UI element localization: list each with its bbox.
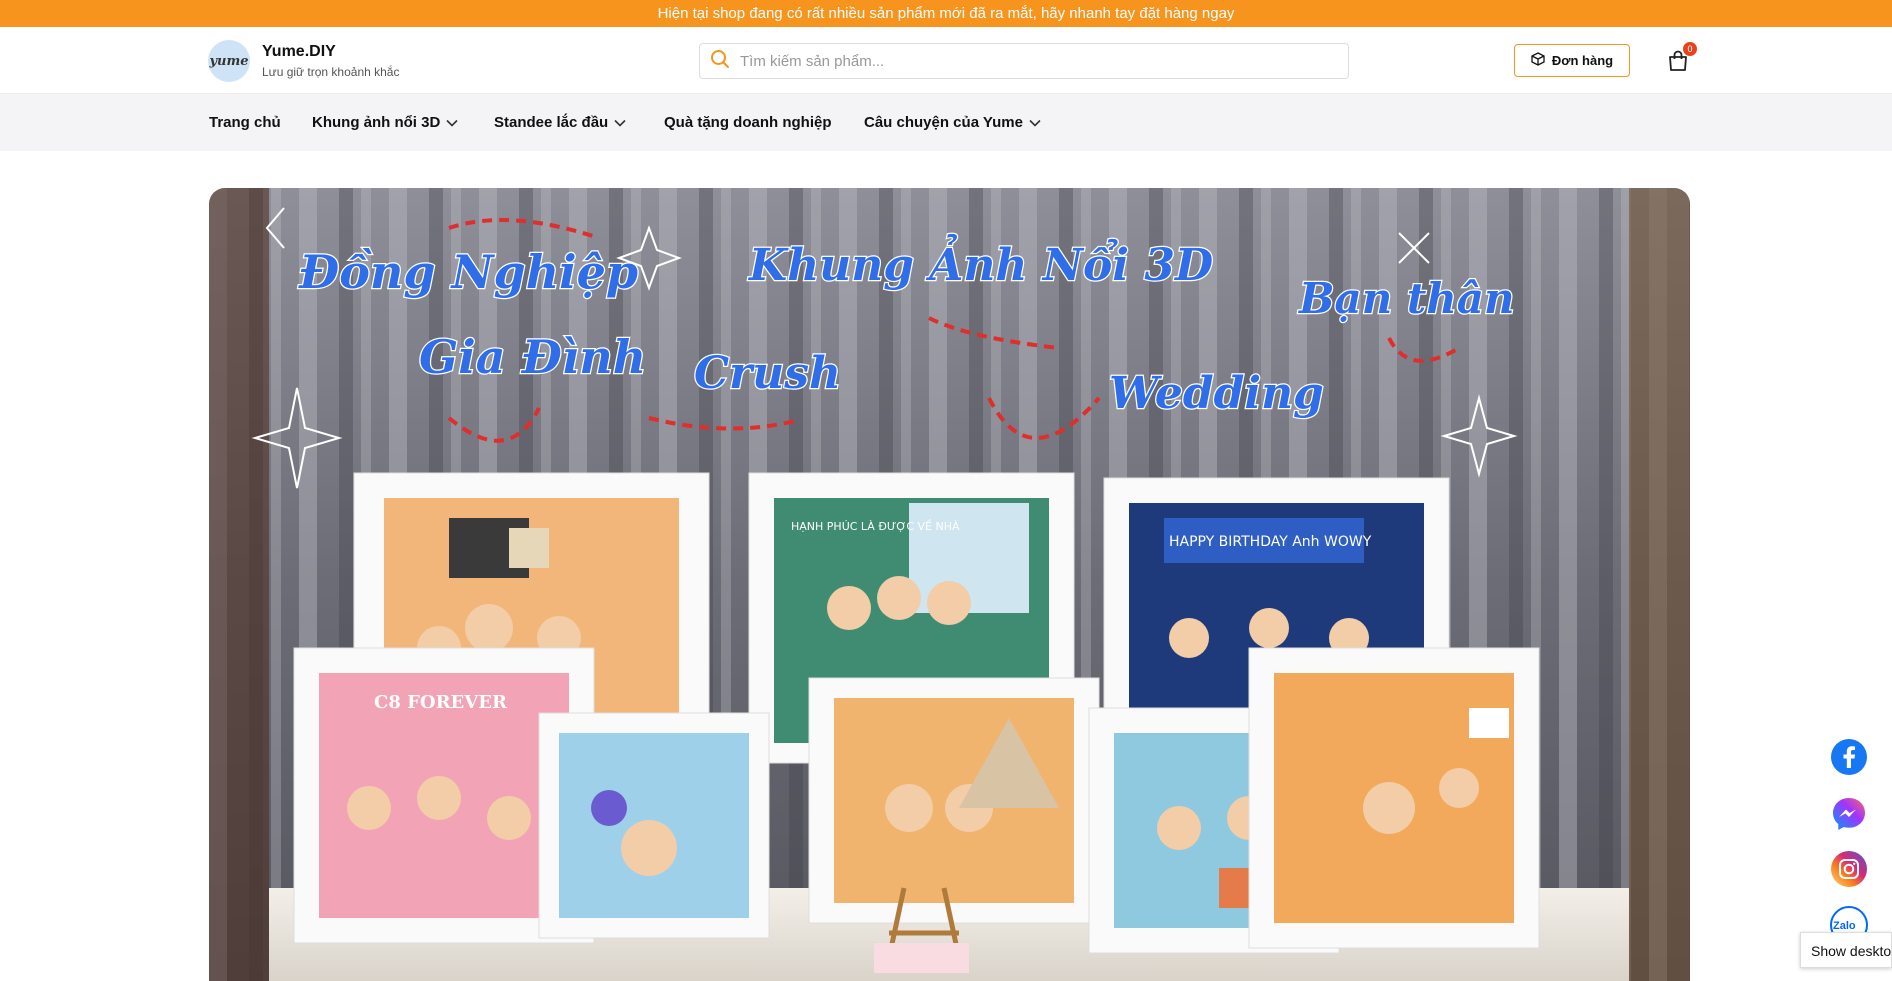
brand-name: Yume.DIY [262, 43, 336, 60]
announcement-bar: Hiện tại shop đang có rất nhiều sản phẩm… [0, 0, 1892, 27]
instagram-button[interactable] [1830, 850, 1868, 893]
package-icon [1531, 52, 1545, 69]
product-card [874, 943, 969, 973]
shopping-bag-icon [1666, 50, 1690, 77]
frame-caption-forever: C8 FOREVER [374, 692, 508, 713]
frame-front-2 [538, 712, 770, 939]
frame-front-3 [808, 677, 1100, 924]
nav-item-3d-frames[interactable]: Khung ảnh nổi 3D [312, 94, 458, 151]
main-nav: Trang chủ Khung ảnh nổi 3D Standee lắc đ… [0, 94, 1892, 151]
nav-item-label: Standee lắc đầu [494, 114, 609, 131]
facebook-button[interactable] [1830, 738, 1868, 781]
zalo-label: Zalo [1833, 920, 1856, 932]
site-header: yume Yume.DIY Lưu giữ trọn khoảnh khắc Đ… [0, 27, 1892, 94]
nav-item-corporate-gifts[interactable]: Quà tặng doanh nghiệp [664, 94, 832, 151]
nav-item-home[interactable]: Trang chủ [209, 94, 281, 151]
chevron-down-icon [614, 114, 626, 131]
logo-image: yume [208, 40, 250, 82]
frame-front-5 [1248, 647, 1540, 949]
nav-item-yume-story[interactable]: Câu chuyện của Yume [864, 94, 1041, 151]
chevron-down-icon [446, 114, 458, 131]
nav-item-label: Câu chuyện của Yume [864, 114, 1023, 131]
nav-item-standee[interactable]: Standee lắc đầu [494, 94, 626, 151]
search-icon[interactable] [710, 49, 730, 74]
orders-button[interactable]: Đơn hàng [1514, 44, 1630, 77]
announcement-text: Hiện tại shop đang có rất nhiều sản phẩm… [657, 5, 1235, 22]
hero-image: Đồng Nghiệp Khung Ảnh Nổi 3D Bạn thân Gi… [209, 188, 1690, 981]
nav-item-label: Trang chủ [209, 114, 281, 131]
orders-label: Đơn hàng [1551, 53, 1614, 68]
frame-caption-birthday: HAPPY BIRTHDAY Anh WOWY [1169, 534, 1372, 550]
logo-text: yume [209, 53, 249, 69]
cart-count-badge: 0 [1683, 42, 1697, 56]
hero-text-best-friend: Bạn thân [1298, 274, 1515, 323]
hero-banner[interactable]: Đồng Nghiệp Khung Ảnh Nổi 3D Bạn thân Gi… [209, 188, 1690, 981]
chevron-down-icon [1029, 114, 1041, 131]
nav-item-label: Khung ảnh nổi 3D [312, 114, 441, 131]
nav-item-label: Quà tặng doanh nghiệp [664, 114, 832, 131]
show-desktop-tooltip: Show deskto [1800, 932, 1892, 968]
messenger-icon [1830, 795, 1868, 838]
hero-text-3d-frame: Khung Ảnh Nổi 3D [747, 232, 1213, 291]
hero-text-colleague: Đồng Nghiệp [298, 245, 638, 299]
brand-tagline: Lưu giữ trọn khoảnh khắc [262, 65, 400, 79]
hero-text-wedding: Wedding [1109, 368, 1324, 419]
instagram-icon [1830, 850, 1868, 893]
messenger-button[interactable] [1830, 797, 1868, 835]
search-box [699, 43, 1349, 79]
frame-caption-home: HẠNH PHÚC LÀ ĐƯỢC VỀ NHÀ [791, 519, 960, 533]
hero-text-family: Gia Đình [419, 330, 646, 384]
search-input[interactable] [738, 51, 1322, 71]
hero-text-crush: Crush [694, 348, 841, 399]
brand-logo-link[interactable]: yume Yume.DIY Lưu giữ trọn khoảnh khắc [208, 40, 399, 82]
facebook-icon [1830, 738, 1868, 781]
